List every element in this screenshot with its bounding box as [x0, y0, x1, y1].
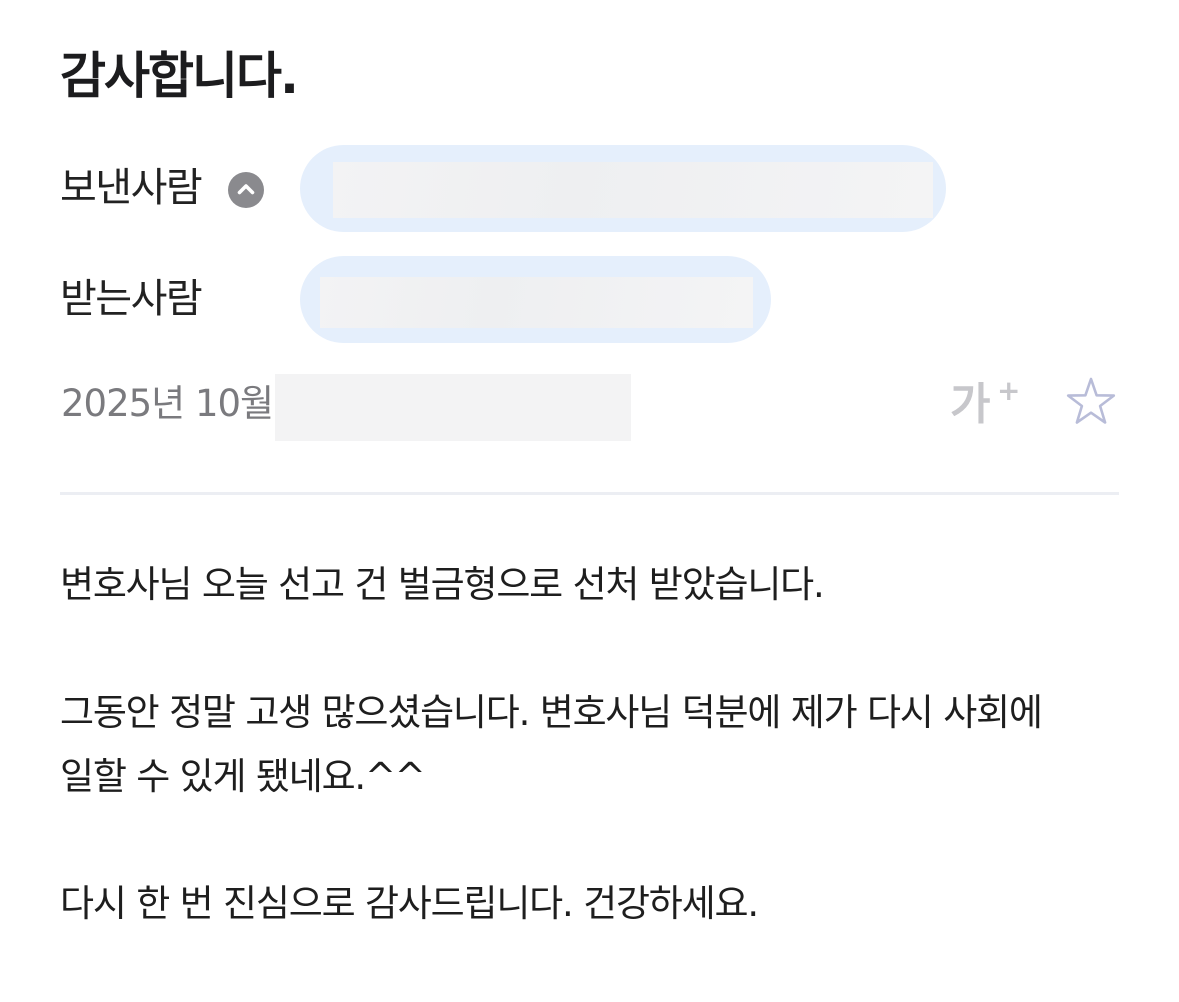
- body-line: 일할 수 있게 됐네요.^^: [60, 755, 426, 798]
- body-line: 변호사님 오늘 선고 건 벌금형으로 선처 받았습니다.: [60, 563, 825, 606]
- redacted-date-detail: [275, 374, 631, 441]
- font-size-plus: +: [997, 374, 1021, 407]
- header-divider: [60, 492, 1119, 495]
- mail-subject: 감사합니다.: [60, 47, 299, 105]
- sender-address-chip[interactable]: [300, 145, 946, 232]
- star-button[interactable]: [1062, 374, 1120, 432]
- redacted-recipient-address: [320, 277, 753, 328]
- recipient-address-chip[interactable]: [300, 256, 771, 343]
- sender-details-toggle[interactable]: [228, 172, 264, 208]
- body-line: 그동안 정말 고생 많으셨습니다. 변호사님 덕분에 제가 다시 사회에: [60, 691, 1043, 734]
- mail-date: 2025년 10월: [61, 382, 274, 425]
- font-size-button[interactable]: 가 +: [950, 374, 1024, 432]
- redacted-sender-address: [333, 162, 933, 218]
- recipient-label: 받는사람: [60, 276, 203, 322]
- star-outline-icon: [1066, 377, 1116, 424]
- sender-label: 보낸사람: [60, 165, 203, 211]
- chevron-up-icon: [237, 184, 255, 195]
- body-line: 다시 한 번 진심으로 감사드립니다. 건강하세요.: [60, 882, 759, 925]
- font-size-label: 가: [950, 379, 991, 430]
